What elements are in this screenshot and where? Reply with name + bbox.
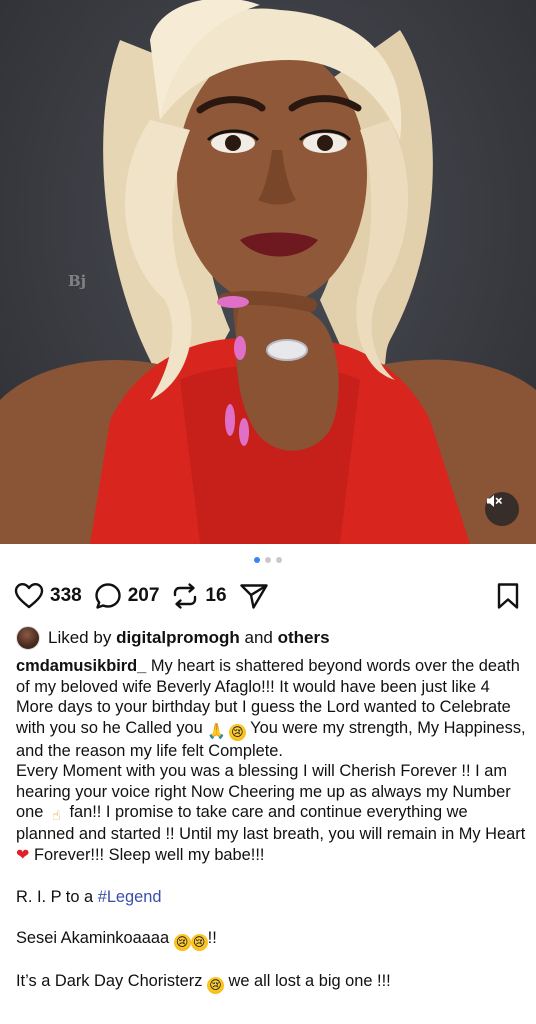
share-button[interactable] — [239, 582, 269, 610]
comment-count: 207 — [127, 585, 160, 606]
caption-paragraph: R. I. P to a #Legend — [16, 887, 526, 908]
red-heart-emoji-icon: ❤ — [16, 846, 30, 864]
save-button[interactable] — [496, 582, 520, 615]
caption-paragraph: Every Moment with you was a blessing I w… — [16, 761, 526, 866]
like-button[interactable]: 338 — [14, 582, 82, 610]
comment-button[interactable]: 207 — [94, 582, 160, 610]
caption-text: R. I. P to a — [16, 887, 98, 906]
carousel-indicator — [0, 557, 536, 563]
carousel-dot — [276, 557, 282, 563]
repost-icon — [174, 583, 197, 609]
caption-text: fan!! I promise to take care and continu… — [16, 803, 526, 843]
carousel-dot — [265, 557, 271, 563]
liked-by-and: and — [244, 628, 273, 647]
mute-button[interactable] — [485, 492, 519, 526]
caption-paragraph: cmdamusikbird_ My heart is shattered bey… — [16, 656, 526, 761]
liked-by-user[interactable]: digitalpromogh — [116, 628, 240, 648]
caption-username[interactable]: cmdamusikbird_ — [16, 657, 146, 675]
liked-by-row[interactable]: Liked by digitalpromogh and others — [16, 626, 330, 650]
liked-by-others[interactable]: others — [278, 628, 330, 648]
pointing-up-emoji-icon: ☝ — [52, 807, 61, 823]
caption-paragraph: Sesei Akaminkoaaaa 😢 😢!! — [16, 928, 526, 951]
crying-face-emoji-icon: 😢 — [206, 977, 224, 994]
caption-text: Forever!!! Sleep well my babe!!! — [29, 845, 265, 864]
praying-hands-emoji-icon: 🙏 — [207, 722, 227, 740]
carousel-dot-active — [254, 557, 260, 563]
avatar[interactable] — [16, 626, 40, 650]
post-caption: cmdamusikbird_ My heart is shattered bey… — [16, 656, 526, 994]
comment-icon — [95, 583, 121, 609]
repost-count: 16 — [205, 585, 227, 606]
crying-face-emoji-icon: 😢 — [190, 933, 208, 951]
speaker-muted-icon — [487, 495, 502, 507]
heart-icon — [14, 583, 44, 609]
share-icon — [239, 584, 268, 609]
crying-face-emoji-icon: 😢 — [228, 723, 246, 741]
liked-by-prefix: Liked by — [48, 628, 112, 647]
like-count: 338 — [50, 585, 82, 606]
caption-text: !! — [207, 928, 217, 947]
caption-text: we all lost a big one !!! — [223, 972, 391, 990]
crying-face-emoji-icon: 😢 — [173, 933, 191, 951]
caption-text: It’s a Dark Day Choristerz — [16, 972, 207, 990]
watermark: Bj — [68, 272, 87, 290]
bookmark-icon — [497, 583, 519, 609]
hashtag-link[interactable]: #Legend — [98, 888, 162, 906]
action-bar: 338 207 16 — [14, 579, 522, 613]
caption-paragraph: It’s a Dark Day Choristerz 😢 we all lost… — [16, 971, 526, 994]
post-photo[interactable]: Bj — [0, 0, 536, 544]
repost-button[interactable]: 16 — [171, 582, 227, 610]
caption-text: Sesei Akaminkoaaaa — [16, 928, 174, 947]
